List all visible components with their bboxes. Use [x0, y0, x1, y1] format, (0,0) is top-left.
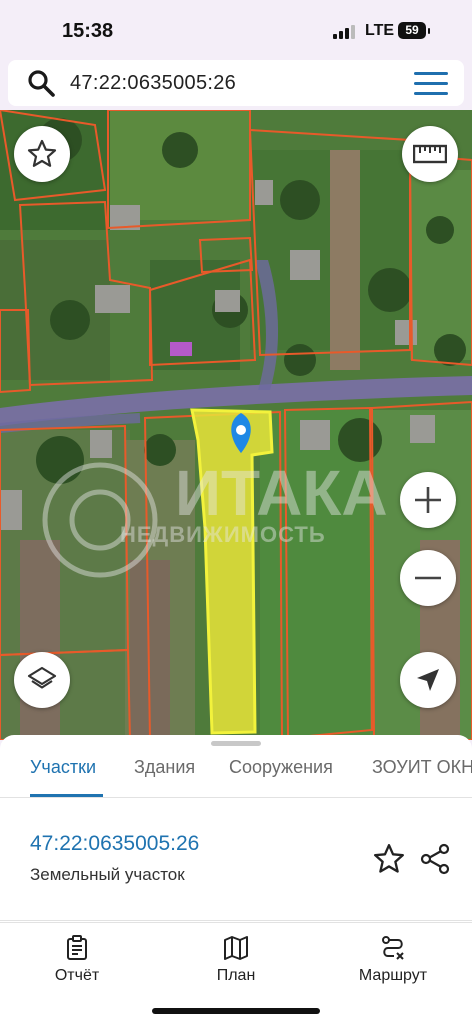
- star-icon[interactable]: [372, 842, 406, 876]
- my-location-button[interactable]: [400, 652, 456, 708]
- watermark-subtext: НЕДВИЖИМОСТЬ: [120, 522, 326, 547]
- map-plan-icon: [224, 936, 248, 960]
- parcel-cadastral-number[interactable]: 47:22:0635005:26: [30, 832, 199, 856]
- tab-zouit[interactable]: ЗОУИТ ОКН: [372, 757, 472, 778]
- menu-icon[interactable]: [414, 72, 448, 96]
- zoom-in-icon: [415, 487, 441, 513]
- watermark-text: ИТАКА: [175, 457, 388, 529]
- zoom-out-icon: [415, 576, 441, 580]
- nav-report-label: Отчёт: [54, 967, 100, 984]
- network-type: LTE: [365, 22, 395, 39]
- status-bar: 15:38 LTE 59: [0, 0, 472, 58]
- ruler-icon: [413, 144, 447, 164]
- status-time: 15:38: [62, 20, 114, 42]
- search-bar[interactable]: 47:22:0635005:26: [8, 60, 464, 106]
- tab-parcels[interactable]: Участки: [30, 757, 96, 778]
- tab-buildings[interactable]: Здания: [134, 757, 195, 778]
- active-tab-indicator: [30, 794, 103, 797]
- home-indicator: [152, 1008, 320, 1014]
- navigation-arrow-icon: [417, 669, 439, 691]
- nav-route[interactable]: Маршрут: [338, 935, 448, 985]
- parcel-card[interactable]: 47:22:0635005:26 Земельный участок: [0, 798, 472, 921]
- search-icon[interactable]: [26, 68, 56, 98]
- layers-icon: [27, 666, 57, 689]
- star-icon: [27, 139, 57, 167]
- nav-plan[interactable]: План: [181, 935, 291, 985]
- zoom-out-button[interactable]: [400, 550, 456, 606]
- category-tabs: Участки Здания Сооружения ЗОУИТ ОКН: [0, 749, 472, 798]
- nav-plan-label: План: [216, 967, 256, 984]
- tab-structures[interactable]: Сооружения: [229, 757, 333, 778]
- favorite-button[interactable]: [14, 126, 70, 182]
- nav-report[interactable]: Отчёт: [22, 935, 132, 985]
- signal-icon: [333, 25, 355, 39]
- nav-route-label: Маршрут: [358, 967, 428, 984]
- share-icon[interactable]: [418, 842, 452, 876]
- layers-button[interactable]: [14, 652, 70, 708]
- parcel-type: Земельный участок: [30, 865, 185, 884]
- ruler-button[interactable]: [402, 126, 458, 182]
- route-icon: [382, 936, 404, 960]
- report-clipboard-icon: [67, 935, 87, 960]
- battery-icon: 59: [398, 22, 430, 39]
- map-view[interactable]: ИТАКА НЕДВИЖИМОСТЬ: [0, 110, 472, 740]
- satellite-map: ИТАКА НЕДВИЖИМОСТЬ: [0, 110, 472, 740]
- zoom-in-button[interactable]: [400, 472, 456, 528]
- search-input[interactable]: 47:22:0635005:26: [70, 72, 236, 95]
- sheet-drag-handle[interactable]: [211, 741, 261, 746]
